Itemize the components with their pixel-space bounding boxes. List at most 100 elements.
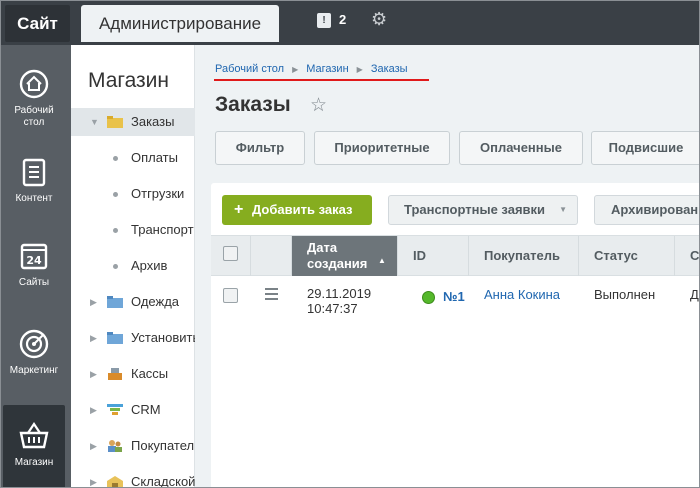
basket-icon <box>19 422 49 449</box>
chevron-right-icon[interactable]: ▶ <box>90 324 97 352</box>
menu-item-shipments[interactable]: Отгрузки <box>71 180 195 208</box>
column-header-next[interactable]: С <box>675 236 700 276</box>
row-menu-icon[interactable] <box>265 288 278 303</box>
bullet-icon <box>113 192 118 197</box>
next-column-cell: Д <box>690 287 699 302</box>
section-menu: Магазин ▼ Заказы Оплаты Отгрузки Транспо… <box>71 45 195 488</box>
order-date-cell: 29.11.2019 10:47:37 <box>307 286 372 316</box>
filter-priority-button[interactable]: Приоритетные <box>314 131 450 165</box>
column-header-buyer[interactable]: Покупатель <box>469 236 579 276</box>
chevron-right-icon[interactable]: ▶ <box>90 288 97 316</box>
header-actions-cell <box>251 236 292 276</box>
users-icon <box>108 440 122 452</box>
select-all-checkbox[interactable] <box>223 246 238 261</box>
menu-item-customers[interactable]: ▶ Покупатели <box>71 432 195 460</box>
column-header-label: Дата создания <box>307 240 368 271</box>
menu-item-label: Транспорт <box>131 222 194 237</box>
menu-item-label: Складской <box>131 474 195 488</box>
tab-administration[interactable]: Администрирование <box>81 5 279 42</box>
breadcrumb: Рабочий стол ▶ Магазин ▶ Заказы <box>215 63 408 75</box>
menu-item-label: Кассы <box>131 366 169 381</box>
folder-icon <box>107 332 123 344</box>
plus-icon: + <box>234 201 244 218</box>
filter-paid-button[interactable]: Оплаченные <box>459 131 583 165</box>
column-header-label: С <box>690 248 700 263</box>
transport-requests-label: Транспортные заявки <box>404 202 546 217</box>
chevron-right-icon[interactable]: ▶ <box>90 360 97 388</box>
sidebar-item-desktop[interactable]: Рабочий стол <box>3 53 65 137</box>
chevron-right-icon: ▶ <box>356 65 363 74</box>
menu-item-cash-registers[interactable]: ▶ Кассы <box>71 360 195 388</box>
sidebar-item-sites[interactable]: 24 Сайты <box>3 225 65 309</box>
calendar-icon: 24 <box>20 243 48 270</box>
filter-button[interactable]: Фильтр <box>215 131 305 165</box>
notifications-button[interactable]: ! 2 <box>307 7 355 35</box>
column-header-label: ID <box>413 248 426 263</box>
chevron-right-icon[interactable]: ▶ <box>90 468 97 487</box>
cash-register-icon <box>108 368 122 380</box>
orders-panel: + Добавить заказ Транспортные заявки ▼ А… <box>211 183 700 487</box>
sidebar-item-shop[interactable]: Магазин <box>3 405 65 487</box>
tab-site[interactable]: Сайт <box>5 5 70 42</box>
app-window: Сайт Администрирование ! 2 ⚙ Рабочий сто… <box>0 0 700 488</box>
crm-funnel-icon <box>107 404 123 415</box>
filter-stuck-button[interactable]: Подвисшие <box>591 131 699 165</box>
menu-item-install[interactable]: ▶ Установить <box>71 324 195 352</box>
transport-requests-button[interactable]: Транспортные заявки ▼ <box>388 195 578 225</box>
buyer-link[interactable]: Анна Кокина <box>484 287 560 302</box>
warehouse-icon <box>107 476 123 487</box>
menu-item-label: Установить <box>131 330 195 345</box>
menu-item-label: Одежда <box>131 294 180 309</box>
target-icon <box>19 329 49 359</box>
menu-item-label: Оплаты <box>131 150 178 165</box>
menu-item-crm[interactable]: ▶ CRM <box>71 396 195 424</box>
svg-text:24: 24 <box>26 254 42 267</box>
menu-item-label: Покупатели <box>131 438 195 453</box>
archived-button[interactable]: Архивированные <box>594 195 699 225</box>
top-bar: Сайт Администрирование ! 2 ⚙ <box>1 1 699 45</box>
gear-icon[interactable]: ⚙ <box>371 9 387 30</box>
add-order-button[interactable]: + Добавить заказ <box>222 195 372 225</box>
breadcrumb-item-shop[interactable]: Магазин <box>306 63 348 75</box>
home-icon <box>19 69 49 99</box>
notifications-icon: ! <box>317 13 331 28</box>
page-title: Заказы <box>215 93 291 116</box>
menu-item-transport[interactable]: Транспорт <box>71 216 195 244</box>
order-status-cell: Выполнен <box>594 287 656 302</box>
column-header-label: Статус <box>594 248 638 263</box>
icon-sidebar: Рабочий стол Контент 24 Сайты Маркетинг … <box>1 45 71 487</box>
menu-item-warehouse[interactable]: ▶ Складской <box>71 468 195 488</box>
sidebar-item-content[interactable]: Контент <box>3 141 65 225</box>
menu-item-archive[interactable]: Архив <box>71 252 195 280</box>
chevron-right-icon[interactable]: ▶ <box>90 396 97 424</box>
breadcrumb-item-desktop[interactable]: Рабочий стол <box>215 63 284 75</box>
sidebar-item-label: Рабочий <box>14 105 54 116</box>
sort-ascending-icon: ▲ <box>378 256 386 265</box>
table-row[interactable]: 29.11.2019 10:47:37 №1 Анна Кокина Выполн… <box>211 276 699 336</box>
column-header-date[interactable]: Дата создания ▲ <box>292 236 398 276</box>
sidebar-item-label: стол <box>23 117 45 128</box>
breadcrumb-highlight-underline <box>214 79 429 81</box>
sidebar-item-label: Магазин <box>14 457 54 468</box>
chevron-right-icon: ▶ <box>292 65 299 74</box>
menu-item-payments[interactable]: Оплаты <box>71 144 195 172</box>
sidebar-item-label: Маркетинг <box>9 365 59 376</box>
column-header-status[interactable]: Статус <box>579 236 675 276</box>
row-checkbox[interactable] <box>223 288 238 303</box>
chevron-down-icon: ▼ <box>559 205 567 214</box>
menu-item-clothes[interactable]: ▶ Одежда <box>71 288 195 316</box>
chevron-down-icon[interactable]: ▼ <box>90 108 99 136</box>
status-indicator-icon <box>422 291 435 304</box>
star-icon[interactable]: ☆ <box>310 94 327 117</box>
bullet-icon <box>113 228 118 233</box>
breadcrumb-item-orders[interactable]: Заказы <box>371 63 408 75</box>
chevron-right-icon[interactable]: ▶ <box>90 432 97 460</box>
order-id-link[interactable]: №1 <box>443 289 465 304</box>
folder-icon <box>107 296 123 308</box>
sidebar-item-marketing[interactable]: Маркетинг <box>3 313 65 397</box>
menu-item-orders[interactable]: ▼ Заказы <box>71 108 195 136</box>
main-content: Рабочий стол ▶ Магазин ▶ Заказы Заказы ☆ Фил… <box>195 45 700 487</box>
column-header-id[interactable]: ID <box>398 236 469 276</box>
sidebar-item-label: Контент <box>15 193 53 204</box>
section-title: Магазин <box>88 69 170 92</box>
